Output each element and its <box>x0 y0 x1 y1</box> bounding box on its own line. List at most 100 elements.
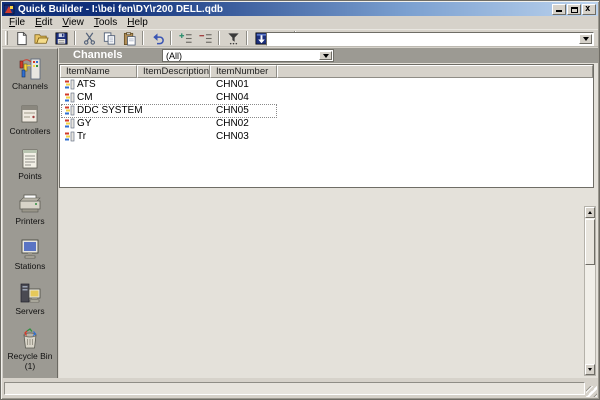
column-header-itemnumber[interactable]: ItemNumber <box>210 65 277 78</box>
minimize-button[interactable] <box>552 4 566 15</box>
column-header-itemname[interactable]: ItemName <box>60 65 137 78</box>
chevron-down-icon <box>583 37 589 41</box>
window-title: Quick Builder - I:\bei fen\DY\r200 DELL.… <box>18 4 223 15</box>
filter-icon <box>226 31 241 46</box>
scroll-up-button[interactable] <box>585 207 595 218</box>
copy-icon <box>102 31 117 46</box>
filter-dropdown-button[interactable] <box>319 51 332 60</box>
sidebar-item-points[interactable]: Points <box>3 147 57 192</box>
content-header: Channels (All) <box>59 48 598 63</box>
quick-builder-window: Quick Builder - I:\bei fen\DY\r200 DELL.… <box>0 0 600 400</box>
toolbar-separator <box>246 31 248 45</box>
close-button[interactable]: x <box>582 4 596 15</box>
table-row[interactable]: ATS CHN01 <box>60 78 593 91</box>
remove-item-icon <box>198 31 213 46</box>
item-number: CHN05 <box>210 105 277 116</box>
item-name: DDC SYSTEM <box>77 105 143 116</box>
remove-item-button[interactable] <box>195 30 215 47</box>
save-icon <box>54 31 69 46</box>
open-button[interactable] <box>31 30 51 47</box>
channel-item-icon <box>64 131 75 142</box>
toolbar-separator <box>142 31 144 45</box>
status-bar <box>2 379 598 398</box>
menu-file[interactable]: File <box>4 16 30 29</box>
servers-icon <box>17 282 43 306</box>
new-button[interactable] <box>11 30 31 47</box>
undo-icon <box>150 31 165 46</box>
chevron-down-icon <box>323 54 329 58</box>
points-icon <box>17 147 43 171</box>
sidebar-item-label: Controllers <box>9 127 50 136</box>
table-row[interactable]: Tr CHN03 <box>60 130 593 143</box>
chevron-up-icon <box>588 211 592 214</box>
sidebar: Channels Controllers <box>2 48 58 378</box>
page-title: Channels <box>73 49 123 61</box>
sidebar-item-sublabel: (1) <box>25 362 35 371</box>
maximize-button[interactable] <box>567 4 581 15</box>
item-name: CM <box>77 92 93 103</box>
recycle-bin-icon <box>17 327 43 351</box>
menu-edit[interactable]: Edit <box>30 16 57 29</box>
stations-icon <box>17 237 43 261</box>
chevron-down-icon <box>588 368 592 371</box>
scrollbar-thumb[interactable] <box>585 219 595 265</box>
lower-panel <box>59 188 598 378</box>
toolbar-separator <box>74 31 76 45</box>
menu-tools[interactable]: Tools <box>89 16 122 29</box>
app-icon <box>4 4 15 15</box>
cut-icon <box>82 31 97 46</box>
menu-view[interactable]: View <box>57 16 89 29</box>
table-row[interactable]: DDC SYSTEM CHN05 <box>60 104 593 117</box>
channel-item-icon <box>64 92 75 103</box>
sidebar-item-label: Points <box>18 172 42 181</box>
resize-grip-icon[interactable] <box>586 386 597 397</box>
table-row[interactable]: GY CHN02 <box>60 117 593 130</box>
sidebar-item-servers[interactable]: Servers <box>3 282 57 327</box>
copy-button[interactable] <box>99 30 119 47</box>
channel-item-icon <box>64 118 75 129</box>
status-message <box>4 382 585 395</box>
titlebar[interactable]: Quick Builder - I:\bei fen\DY\r200 DELL.… <box>2 2 598 16</box>
item-number: CHN02 <box>210 118 277 129</box>
sidebar-item-stations[interactable]: Stations <box>3 237 57 282</box>
item-number: CHN03 <box>210 131 277 142</box>
toolbar-separator <box>218 31 220 45</box>
sidebar-item-recycle-bin[interactable]: Recycle Bin (1) <box>3 327 57 372</box>
printers-icon <box>17 192 43 216</box>
toolbar-combobox-dropdown-button[interactable] <box>579 34 592 44</box>
channel-item-icon <box>64 79 75 90</box>
column-header-itemdescription[interactable]: ItemDescription <box>137 65 210 78</box>
item-name: GY <box>77 118 91 129</box>
sidebar-item-label: Servers <box>15 307 44 316</box>
sidebar-item-controllers[interactable]: Controllers <box>3 102 57 147</box>
channel-item-icon <box>64 105 75 116</box>
sidebar-item-printers[interactable]: Printers <box>3 192 57 237</box>
channels-list: ItemName ItemDescription ItemNumber ATS <box>59 64 594 188</box>
save-button[interactable] <box>51 30 71 47</box>
vertical-scrollbar[interactable] <box>584 206 596 376</box>
sidebar-item-label: Recycle Bin <box>8 352 53 361</box>
toolbar-grip[interactable] <box>5 31 8 45</box>
menu-bar: File Edit View Tools Help <box>2 16 598 29</box>
add-item-button[interactable] <box>175 30 195 47</box>
paste-icon <box>122 31 137 46</box>
list-header: ItemName ItemDescription ItemNumber <box>60 65 593 78</box>
filter-combobox-value: (All) <box>166 51 182 61</box>
toolbar-separator <box>170 31 172 45</box>
minimize-icon <box>556 10 562 12</box>
close-icon: x <box>585 5 590 14</box>
controllers-icon <box>17 102 43 126</box>
add-item-icon <box>178 31 193 46</box>
menu-help[interactable]: Help <box>122 16 153 29</box>
filter-button[interactable] <box>223 30 243 47</box>
table-row[interactable]: CM CHN04 <box>60 91 593 104</box>
toolbar-combobox[interactable] <box>266 32 594 46</box>
paste-button[interactable] <box>119 30 139 47</box>
scroll-down-button[interactable] <box>585 364 595 375</box>
filter-combobox[interactable]: (All) <box>162 49 334 62</box>
undo-button[interactable] <box>147 30 167 47</box>
sidebar-item-channels[interactable]: Channels <box>3 57 57 102</box>
new-document-icon <box>14 31 29 46</box>
cut-button[interactable] <box>79 30 99 47</box>
toolbar <box>2 29 598 47</box>
